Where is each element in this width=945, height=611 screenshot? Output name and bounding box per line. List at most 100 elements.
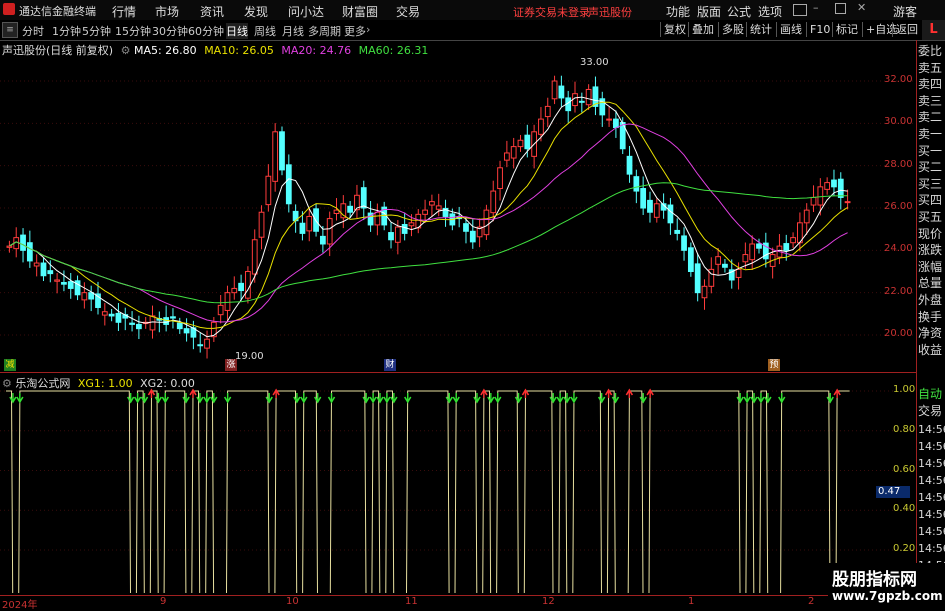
btn-draw[interactable]: 画线 bbox=[776, 22, 805, 37]
candle-body bbox=[429, 201, 435, 206]
maximize-icon[interactable] bbox=[835, 3, 846, 14]
candle-body bbox=[687, 247, 694, 273]
candle-body bbox=[231, 287, 238, 294]
period-60min[interactable]: 60分钟 bbox=[188, 23, 224, 39]
period-toolbar: ≡ 分时 1分钟 5分钟 15分钟 30分钟 60分钟 日线 周线 月线 多周期… bbox=[0, 20, 945, 41]
quote-label-5[interactable]: 卖一 bbox=[918, 126, 942, 143]
candle-body bbox=[749, 243, 756, 261]
btn-mark[interactable]: 标记 bbox=[832, 22, 861, 37]
quote-label-12[interactable]: 涨跌 bbox=[918, 242, 942, 259]
btn-overlay[interactable]: 叠加 bbox=[688, 22, 717, 37]
period-week[interactable]: 周线 bbox=[254, 23, 276, 39]
candle-body bbox=[803, 209, 810, 224]
marker-reduce[interactable]: 减 bbox=[4, 359, 16, 371]
sub-side-label-1[interactable]: 交易 bbox=[918, 403, 942, 420]
menu-ask-xiaoda[interactable]: 问小达 bbox=[288, 3, 324, 20]
xg1-line bbox=[6, 390, 850, 593]
candle-body bbox=[653, 203, 660, 218]
quote-label-18[interactable]: 收益 bbox=[918, 342, 942, 359]
period-tick[interactable]: 分时 bbox=[22, 23, 44, 39]
candle-body bbox=[810, 196, 817, 206]
period-multi[interactable]: 多周期 bbox=[308, 23, 341, 39]
menu-discover[interactable]: 发现 bbox=[244, 3, 268, 20]
marker-forecast[interactable]: 预 bbox=[768, 359, 780, 371]
candle-body bbox=[115, 312, 122, 323]
trade-time-6: 14:56 bbox=[918, 525, 945, 538]
corner-label[interactable]: L bbox=[922, 20, 945, 40]
quote-label-13[interactable]: 涨幅 bbox=[918, 259, 942, 276]
candle-body bbox=[824, 182, 831, 190]
period-day[interactable]: 日线 bbox=[226, 23, 248, 39]
candle-body bbox=[258, 211, 265, 238]
quote-label-11[interactable]: 现价 bbox=[918, 226, 942, 243]
period-more[interactable]: 更多 bbox=[344, 23, 366, 39]
login-notice[interactable]: 证券交易未登录 bbox=[513, 4, 590, 20]
quote-label-6[interactable]: 买一 bbox=[918, 143, 942, 160]
signal-chart[interactable] bbox=[0, 388, 916, 593]
menu-options[interactable]: 选项 bbox=[758, 3, 782, 20]
quote-label-8[interactable]: 买三 bbox=[918, 176, 942, 193]
menu-function[interactable]: 功能 bbox=[666, 3, 690, 20]
menu-trade[interactable]: 交易 bbox=[396, 3, 420, 20]
menu-news[interactable]: 资讯 bbox=[200, 3, 224, 20]
x-tick-oct: 10 bbox=[286, 596, 299, 607]
menu-layout[interactable]: 版面 bbox=[697, 3, 721, 20]
sub-side-label-0[interactable]: 自动 bbox=[918, 386, 942, 403]
marker-rise[interactable]: 涨 bbox=[225, 359, 237, 371]
window-icon[interactable] bbox=[793, 4, 807, 16]
ma60-line bbox=[9, 182, 848, 304]
period-1min[interactable]: 1分钟 bbox=[52, 23, 81, 39]
candle-body bbox=[790, 237, 796, 244]
candle-body bbox=[176, 322, 183, 330]
menu-quotes[interactable]: 行情 bbox=[112, 3, 136, 20]
period-15min[interactable]: 15分钟 bbox=[115, 23, 151, 39]
more-chevron-icon[interactable]: › bbox=[366, 23, 370, 36]
period-30min[interactable]: 30分钟 bbox=[152, 23, 188, 39]
close-icon[interactable]: ✕ bbox=[857, 1, 866, 14]
quote-label-4[interactable]: 卖二 bbox=[918, 109, 942, 126]
menu-wealth-circle[interactable]: 财富圈 bbox=[342, 3, 378, 20]
y-tick-5: 22.00 bbox=[884, 285, 913, 297]
kline-chart[interactable] bbox=[0, 40, 916, 370]
candle-body bbox=[783, 243, 790, 251]
quote-label-1[interactable]: 卖五 bbox=[918, 60, 942, 77]
sub-y-tick-2: 0.60 bbox=[893, 463, 916, 475]
candle-body bbox=[217, 304, 224, 316]
period-month[interactable]: 月线 bbox=[282, 23, 304, 39]
menu-market[interactable]: 市场 bbox=[155, 3, 179, 20]
candle-body bbox=[524, 134, 531, 150]
btn-multi-stock[interactable]: 多股 bbox=[718, 22, 747, 37]
x-tick-jan: 1 bbox=[688, 596, 695, 607]
candle-body bbox=[61, 282, 67, 285]
quote-label-16[interactable]: 换手 bbox=[918, 309, 942, 326]
candle-body bbox=[817, 186, 824, 206]
quote-label-7[interactable]: 买二 bbox=[918, 159, 942, 176]
candle-body bbox=[640, 188, 647, 209]
btn-stats[interactable]: 统计 bbox=[746, 22, 775, 37]
minimize-icon[interactable]: – bbox=[813, 1, 819, 14]
quote-label-2[interactable]: 卖四 bbox=[918, 76, 942, 93]
candle-body bbox=[585, 88, 592, 106]
quote-label-10[interactable]: 买五 bbox=[918, 209, 942, 226]
candle-body bbox=[394, 226, 401, 243]
trade-time-7: 14:56 bbox=[918, 542, 945, 555]
quote-label-15[interactable]: 外盘 bbox=[918, 292, 942, 309]
btn-f10[interactable]: F10 bbox=[806, 22, 833, 37]
candle-body bbox=[667, 204, 674, 224]
candle-body bbox=[558, 85, 565, 99]
quote-label-3[interactable]: 卖三 bbox=[918, 93, 942, 110]
btn-fuquan[interactable]: 复权 bbox=[660, 22, 689, 37]
period-5min[interactable]: 5分钟 bbox=[82, 23, 111, 39]
candle-body bbox=[490, 190, 497, 214]
quote-label-17[interactable]: 净资 bbox=[918, 325, 942, 342]
marker-finance[interactable]: 财 bbox=[384, 359, 396, 371]
quote-label-14[interactable]: 总量 bbox=[918, 275, 942, 292]
quote-label-0[interactable]: 委比 bbox=[918, 43, 942, 60]
menu-formula[interactable]: 公式 bbox=[727, 3, 751, 20]
user-label[interactable]: 游客 bbox=[893, 3, 917, 20]
collapse-icon[interactable]: ≡ bbox=[2, 22, 18, 38]
candle-body bbox=[326, 218, 333, 245]
quote-label-9[interactable]: 买四 bbox=[918, 192, 942, 209]
btn-back[interactable]: 返回 bbox=[892, 22, 921, 37]
watermark-url: www.7gpzb.com bbox=[832, 589, 943, 603]
